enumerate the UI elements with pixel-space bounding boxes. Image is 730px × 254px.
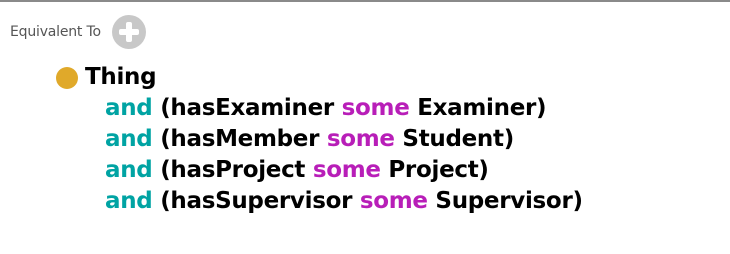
filler-class: Project: [380, 157, 479, 183]
filler-class: Student: [394, 126, 504, 152]
open-paren: (: [160, 157, 171, 183]
close-paren: ): [572, 188, 583, 214]
class-dot-icon: [56, 66, 78, 89]
property-name: hasExaminer: [170, 95, 342, 121]
top-divider: [0, 0, 730, 2]
class-name: Thing: [85, 64, 157, 90]
and-keyword: and: [105, 188, 153, 214]
property-name: hasSupervisor: [170, 188, 360, 214]
and-keyword: and: [105, 157, 153, 183]
close-paren: ): [536, 95, 547, 121]
and-keyword: and: [105, 95, 153, 121]
add-equivalent-button[interactable]: [111, 15, 146, 49]
property-name: hasMember: [170, 126, 327, 152]
property-name: hasProject: [170, 157, 313, 183]
class-row: Thing: [56, 62, 583, 93]
open-paren: (: [160, 188, 171, 214]
filler-class: Examiner: [409, 95, 537, 121]
equivalent-to-header: Equivalent To: [10, 14, 146, 50]
equivalent-to-label: Equivalent To: [10, 24, 101, 40]
some-keyword: some: [359, 188, 428, 214]
restriction-clause: and (hasSupervisor some Supervisor): [56, 186, 583, 217]
filler-class: Supervisor: [427, 188, 573, 214]
some-keyword: some: [326, 126, 395, 152]
open-paren: (: [160, 95, 171, 121]
some-keyword: some: [341, 95, 410, 121]
restriction-clause: and (hasProject some Project): [56, 155, 583, 186]
close-paren: ): [478, 157, 489, 183]
some-keyword: some: [312, 157, 381, 183]
and-keyword: and: [105, 126, 153, 152]
open-paren: (: [160, 126, 171, 152]
restriction-clause: and (hasExaminer some Examiner): [56, 93, 583, 124]
close-paren: ): [503, 126, 515, 152]
restriction-clause: and (hasMember some Student): [56, 124, 583, 155]
equivalent-class-expression[interactable]: Thing and (hasExaminer some Examiner) an…: [56, 62, 583, 217]
